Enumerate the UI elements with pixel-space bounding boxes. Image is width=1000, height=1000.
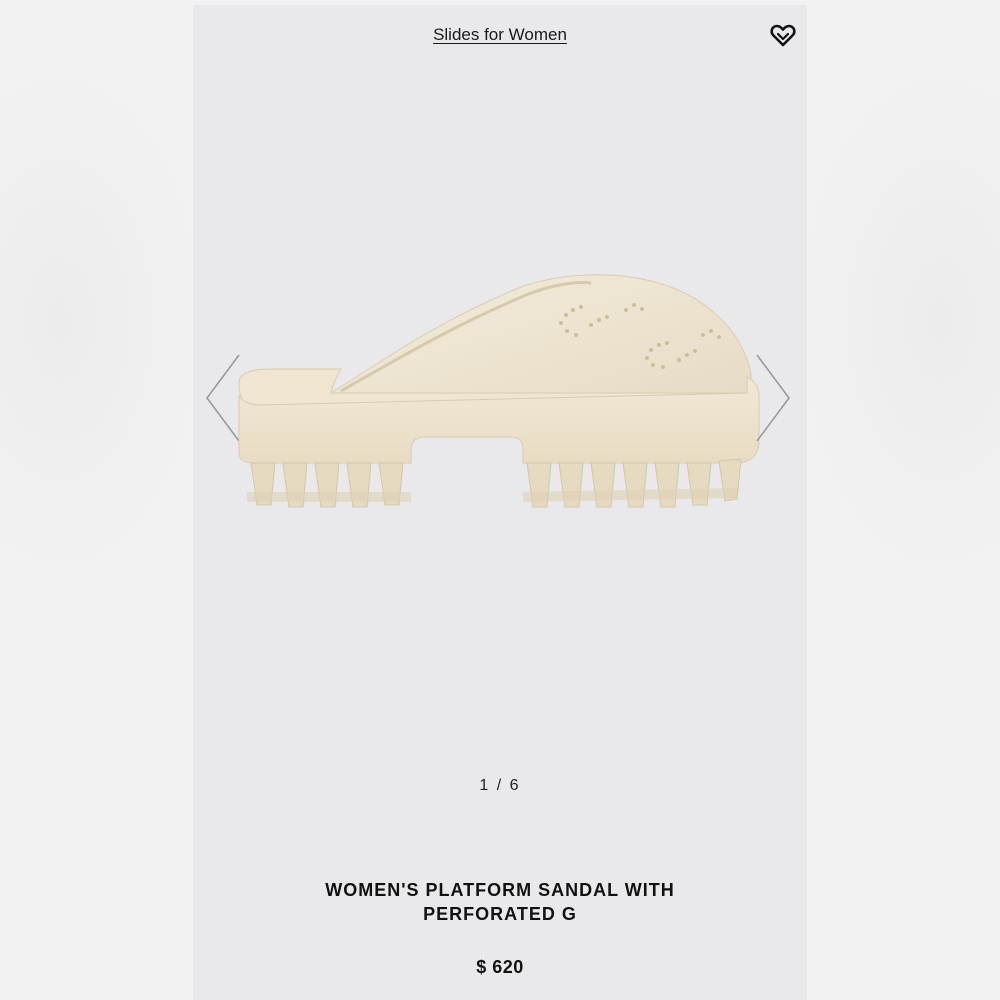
product-price: $ 620 <box>476 957 524 977</box>
heart-icon <box>770 24 796 47</box>
chevron-right-icon <box>756 354 790 442</box>
breadcrumb: Slides for Women <box>193 25 807 45</box>
favorite-button[interactable] <box>769 21 797 49</box>
next-image-button[interactable] <box>753 353 793 443</box>
product-page: Slides for Women 1 / 6 WOMEN'S PLATFORM … <box>193 5 807 1000</box>
category-link[interactable]: Slides for Women <box>433 25 567 44</box>
product-title-line-2: PERFORATED G <box>423 904 577 924</box>
product-title: WOMEN'S PLATFORM SANDAL WITH PERFORATED … <box>253 878 747 926</box>
product-image <box>238 274 760 508</box>
image-pager: 1 / 6 <box>479 777 521 794</box>
product-gallery[interactable] <box>193 165 807 725</box>
product-title-line-1: WOMEN'S PLATFORM SANDAL WITH <box>325 880 675 900</box>
